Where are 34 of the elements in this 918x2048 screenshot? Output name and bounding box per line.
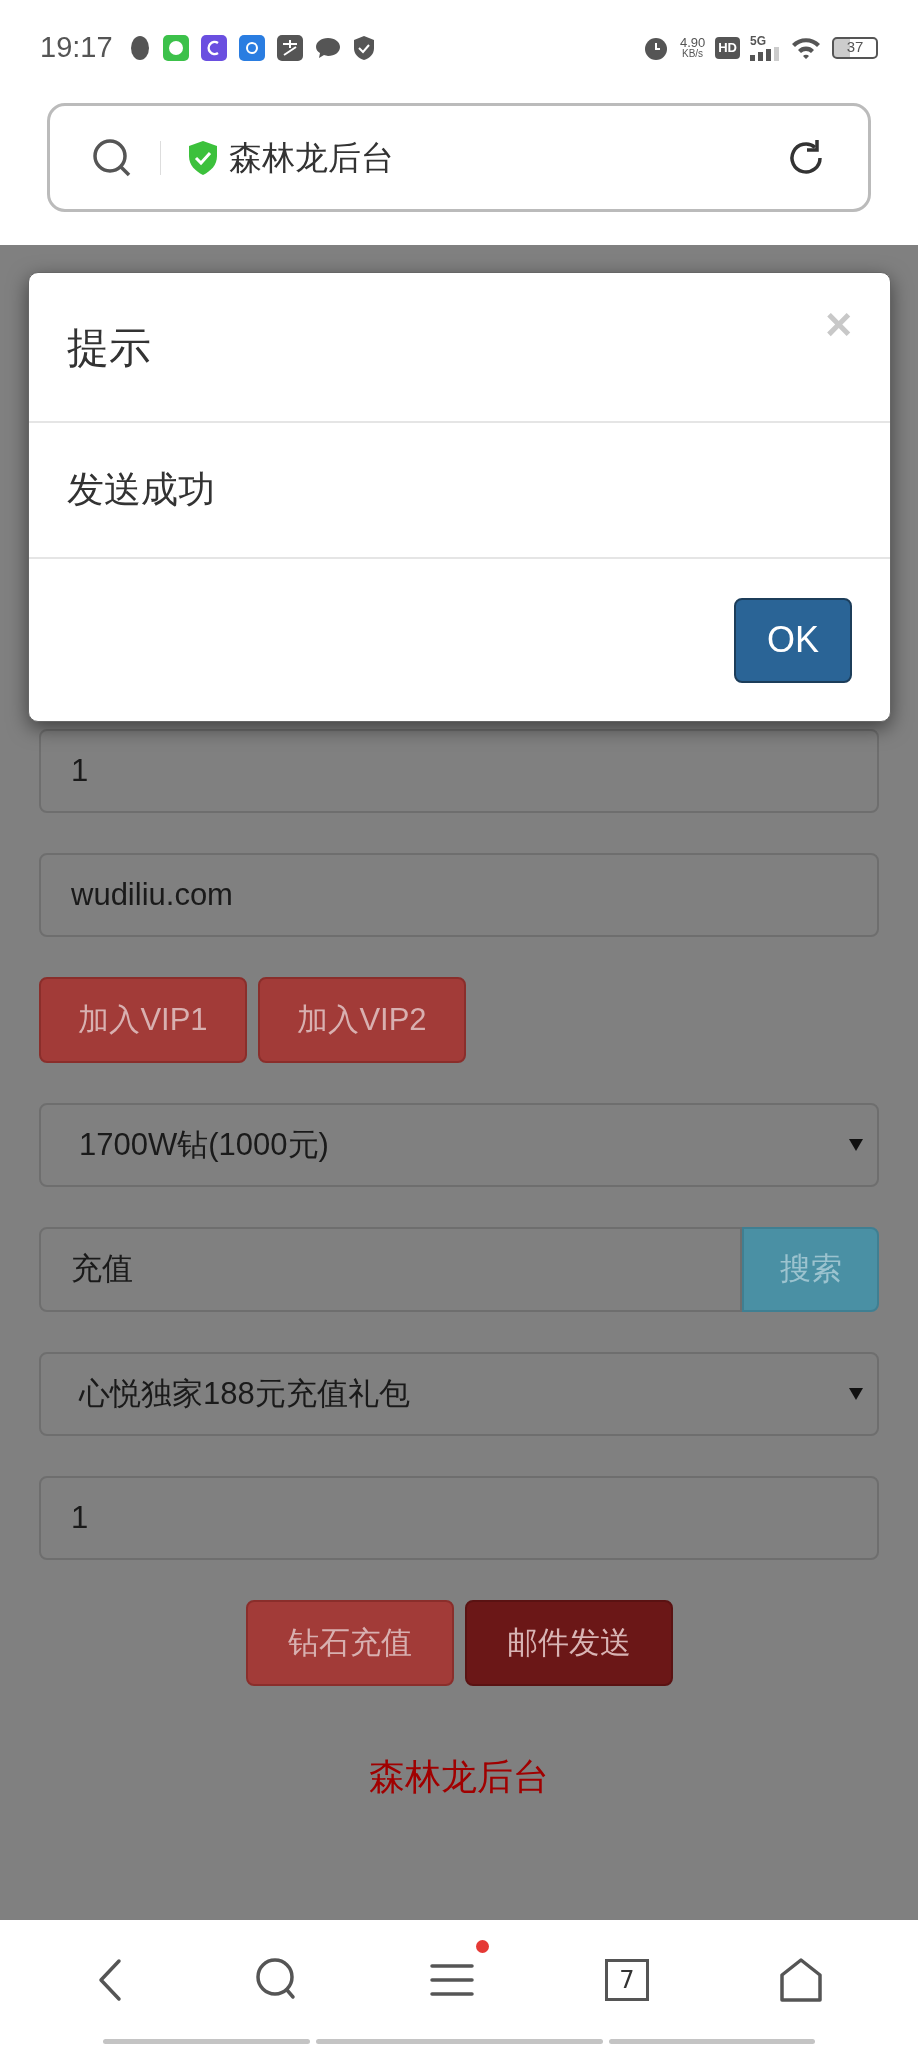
search-field[interactable]: 充值 [39,1227,742,1312]
action-button[interactable]: 加入VIP2 [258,977,466,1063]
action-button[interactable]: 加入VIP1 [39,977,247,1063]
shield-check-icon [187,139,219,176]
input-field[interactable]: 1 [39,729,879,813]
network-speed-unit: KB/s [682,49,704,59]
action-button[interactable]: 邮件发送 [464,1600,673,1686]
chat-app-icon [162,34,189,61]
caret-icon [849,1139,863,1151]
clock-time: 19:17 [40,29,113,65]
dropdown-select[interactable]: 1700W钻(1000元) [39,1103,879,1187]
message-icon [314,35,341,60]
footer-title: 森林龙后台 [369,1755,549,1799]
wifi-icon [790,35,822,60]
network-type: 5G [750,34,767,47]
app-icon [200,34,227,61]
dialog-title: 提示 [67,322,151,373]
dialog-message: 发送成功 [67,468,215,513]
caret-icon [849,1388,863,1400]
battery-indicator: 37 [832,36,878,59]
signal-icon [750,46,780,61]
input-field[interactable]: wudiliu.com [39,853,879,937]
input-field[interactable]: 1 [39,1476,879,1560]
dropdown-select[interactable]: 心悦独家188元充值礼包 [39,1352,879,1436]
action-button[interactable]: 钻石充值 [245,1600,454,1686]
shield-icon [352,34,375,61]
payment-app-icon [276,34,303,61]
home-icon[interactable] [779,1956,823,2003]
network-speed: 4.90 [679,36,706,49]
page-title: 森林龙后台 [229,137,394,178]
tabs-button[interactable]: 7 [605,1958,649,2001]
hd-badge: HD [715,36,740,59]
ok-button[interactable]: OK [734,597,852,683]
address-bar[interactable]: 森林龙后台 [47,103,871,212]
